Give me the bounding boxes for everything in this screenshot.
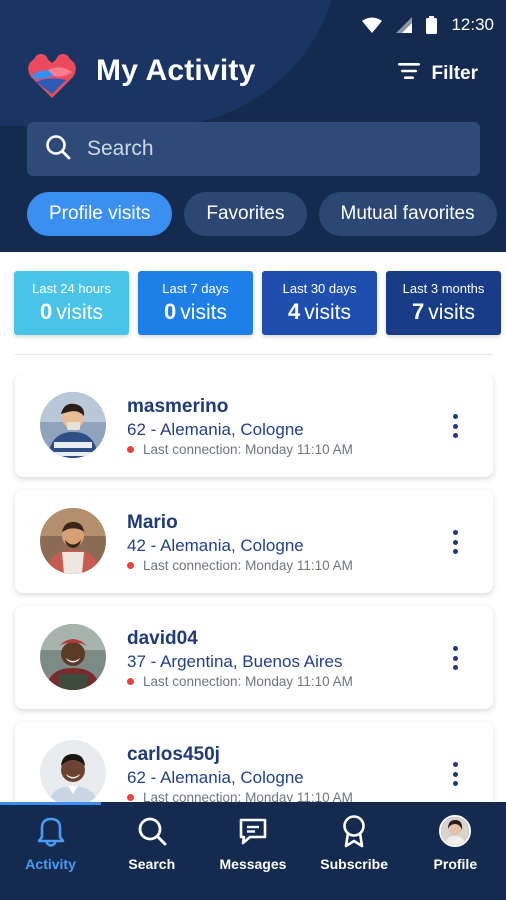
- nav-search[interactable]: Search: [101, 802, 202, 900]
- visitor-card[interactable]: Mario 42 - Alemania, Cologne Last connec…: [15, 490, 493, 593]
- period-label: Last 30 days: [282, 281, 357, 296]
- visit-count: 7: [412, 299, 425, 324]
- visitor-card[interactable]: david04 37 - Argentina, Buenos Aires Las…: [15, 606, 493, 709]
- status-time: 12:30: [451, 15, 494, 34]
- user-name[interactable]: Mario: [127, 512, 178, 534]
- wifi-icon: [362, 17, 383, 33]
- signal-icon: [396, 17, 413, 33]
- tab-favorites[interactable]: Favorites: [184, 192, 307, 236]
- period-card-30-days[interactable]: Last 30 days 4 visits: [262, 271, 377, 335]
- visit-unit: visits: [56, 301, 103, 324]
- nav-label: Profile: [433, 856, 478, 872]
- last-connection: Last connection: Monday 11:10 AM: [127, 442, 353, 457]
- status-dot: [127, 794, 134, 801]
- period-filter: Last 24 hours 0 visits Last 7 days 0 visit…: [14, 271, 501, 335]
- battery-icon: [426, 16, 438, 34]
- more-options-icon[interactable]: [447, 412, 463, 440]
- app-logo: [26, 50, 78, 102]
- nav-activity[interactable]: Activity: [0, 802, 101, 900]
- period-card-7-days[interactable]: Last 7 days 0 visits: [138, 271, 253, 335]
- app-header: 12:30 My Activity Filter Profile visits …: [0, 0, 506, 252]
- filter-button[interactable]: Filter: [397, 62, 478, 86]
- more-options-icon[interactable]: [447, 528, 463, 556]
- status-bar: 12:30: [362, 12, 494, 38]
- period-label: Last 3 months: [402, 281, 485, 296]
- visit-unit: visits: [304, 301, 351, 324]
- more-options-icon[interactable]: [447, 760, 463, 788]
- chat-icon: [238, 814, 268, 848]
- user-age-location: 62 - Alemania, Cologne: [127, 420, 304, 439]
- period-label: Last 7 days: [162, 281, 229, 296]
- search-icon: [45, 134, 71, 165]
- search-bar[interactable]: [27, 122, 480, 176]
- status-dot: [127, 678, 134, 685]
- nav-label: Messages: [219, 856, 287, 872]
- avatar[interactable]: [40, 740, 106, 802]
- nav-messages[interactable]: Messages: [202, 802, 303, 900]
- nav-profile[interactable]: Profile: [405, 802, 506, 900]
- tab-profile-visits[interactable]: Profile visits: [27, 192, 173, 236]
- period-card-24-hours[interactable]: Last 24 hours 0 visits: [14, 271, 129, 335]
- avatar[interactable]: [40, 392, 106, 458]
- badge-icon: [340, 814, 368, 848]
- last-connection: Last connection: Monday 11:10 AM: [127, 558, 353, 573]
- last-connection: Last connection: Monday 11:10 AM: [127, 674, 353, 689]
- bell-icon: [36, 814, 66, 848]
- last-connection-text: Last connection: Monday 11:10 AM: [143, 674, 353, 689]
- visit-unit: visits: [180, 301, 227, 324]
- visit-unit: visits: [428, 301, 475, 324]
- status-dot: [127, 446, 134, 453]
- search-icon: [137, 814, 167, 848]
- user-age-location: 37 - Argentina, Buenos Aires: [127, 652, 343, 671]
- user-name[interactable]: david04: [127, 628, 198, 650]
- more-options-icon[interactable]: [447, 644, 463, 672]
- visitor-card[interactable]: carlos450j 62 - Alemania, Cologne Last c…: [15, 722, 493, 802]
- visit-count: 0: [164, 299, 177, 324]
- user-name[interactable]: carlos450j: [127, 744, 220, 766]
- last-connection-text: Last connection: Monday 11:10 AM: [143, 558, 353, 573]
- user-age-location: 42 - Alemania, Cologne: [127, 536, 304, 555]
- filter-icon: [397, 62, 420, 86]
- nav-label: Subscribe: [320, 856, 388, 872]
- last-connection-text: Last connection: Monday 11:10 AM: [143, 790, 353, 802]
- tab-bar: Profile visits Favorites Mutual favorite…: [27, 192, 497, 236]
- page-title: My Activity: [96, 54, 256, 87]
- user-name[interactable]: masmerino: [127, 396, 228, 418]
- period-label: Last 24 hours: [32, 281, 111, 296]
- divider: [14, 354, 492, 355]
- active-tab-indicator: [0, 802, 101, 805]
- nav-label: Search: [128, 856, 176, 872]
- period-card-3-months[interactable]: Last 3 months 7 visits: [386, 271, 501, 335]
- tab-mutual-favorites[interactable]: Mutual favorites: [318, 192, 497, 236]
- status-dot: [127, 562, 134, 569]
- avatar: [439, 815, 472, 847]
- avatar[interactable]: [40, 508, 106, 574]
- visitor-list[interactable]: masmerino 62 - Alemania, Cologne Last co…: [0, 374, 506, 802]
- nav-label: Activity: [25, 856, 76, 872]
- visit-count: 0: [40, 299, 53, 324]
- bottom-navigation: Activity Search Messages Subscribe Profi…: [0, 802, 506, 900]
- avatar[interactable]: [40, 624, 106, 690]
- user-age-location: 62 - Alemania, Cologne: [127, 768, 304, 787]
- visitor-card[interactable]: masmerino 62 - Alemania, Cologne Last co…: [15, 374, 493, 477]
- last-connection: Last connection: Monday 11:10 AM: [127, 790, 353, 802]
- visit-count: 4: [288, 299, 301, 324]
- filter-label: Filter: [431, 63, 478, 84]
- search-input[interactable]: [87, 137, 447, 161]
- last-connection-text: Last connection: Monday 11:10 AM: [143, 442, 353, 457]
- nav-subscribe[interactable]: Subscribe: [304, 802, 405, 900]
